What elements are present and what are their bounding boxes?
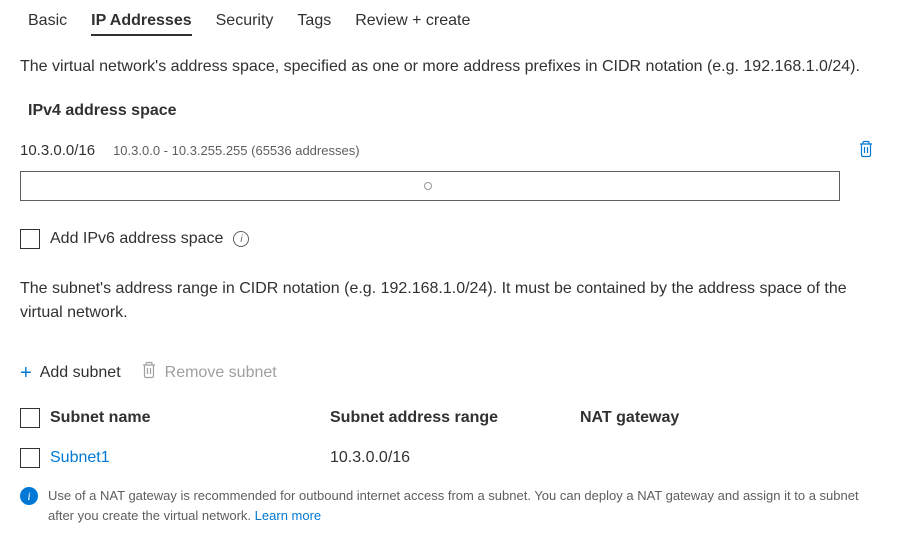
- ipv6-label: Add IPv6 address space: [50, 230, 223, 248]
- nat-info-text: Use of a NAT gateway is recommended for …: [48, 486, 878, 525]
- tab-security[interactable]: Security: [216, 12, 274, 36]
- address-space-row: 10.3.0.0/16 10.3.0.0 - 10.3.255.255 (655…: [20, 140, 878, 161]
- address-space-input[interactable]: [20, 171, 840, 201]
- info-circle-icon: i: [20, 487, 38, 505]
- add-subnet-label: Add subnet: [40, 364, 121, 382]
- plus-icon: +: [20, 363, 32, 383]
- subnet-range-cell: 10.3.0.0/16: [330, 449, 580, 467]
- ipv6-checkbox-row: Add IPv6 address space i: [20, 229, 878, 249]
- remove-subnet-label: Remove subnet: [165, 364, 277, 382]
- add-subnet-button[interactable]: + Add subnet: [20, 363, 121, 383]
- row-checkbox[interactable]: [20, 448, 40, 468]
- header-subnet-range: Subnet address range: [330, 409, 580, 427]
- ipv4-title: IPv4 address space: [28, 102, 878, 120]
- table-row: Subnet1 10.3.0.0/16: [20, 434, 878, 482]
- tabs: Basic IP Addresses Security Tags Review …: [20, 0, 878, 36]
- tab-ip-addresses[interactable]: IP Addresses: [91, 12, 192, 36]
- address-range: 10.3.0.0 - 10.3.255.255 (65536 addresses…: [113, 143, 858, 158]
- table-header: Subnet name Subnet address range NAT gat…: [20, 402, 878, 434]
- delete-icon[interactable]: [858, 140, 874, 161]
- learn-more-link[interactable]: Learn more: [255, 508, 321, 523]
- tab-basic[interactable]: Basic: [28, 12, 67, 36]
- trash-icon: [141, 361, 157, 384]
- address-input-wrap: [20, 171, 878, 201]
- ipv6-checkbox[interactable]: [20, 229, 40, 249]
- remove-subnet-button: Remove subnet: [141, 361, 277, 384]
- select-all-checkbox[interactable]: [20, 408, 40, 428]
- info-icon[interactable]: i: [233, 231, 249, 247]
- tab-review-create[interactable]: Review + create: [355, 12, 470, 36]
- header-subnet-name: Subnet name: [50, 409, 330, 427]
- tab-tags[interactable]: Tags: [297, 12, 331, 36]
- address-space-description: The virtual network's address space, spe…: [20, 56, 878, 78]
- subnet-description: The subnet's address range in CIDR notat…: [20, 277, 878, 325]
- subnet-table: Subnet name Subnet address range NAT gat…: [20, 402, 878, 482]
- address-cidr: 10.3.0.0/16: [20, 142, 95, 159]
- header-nat-gateway: NAT gateway: [580, 409, 878, 427]
- nat-info-banner: i Use of a NAT gateway is recommended fo…: [20, 486, 878, 525]
- subnet-toolbar: + Add subnet Remove subnet: [20, 361, 878, 384]
- subnet-name-link[interactable]: Subnet1: [50, 449, 110, 466]
